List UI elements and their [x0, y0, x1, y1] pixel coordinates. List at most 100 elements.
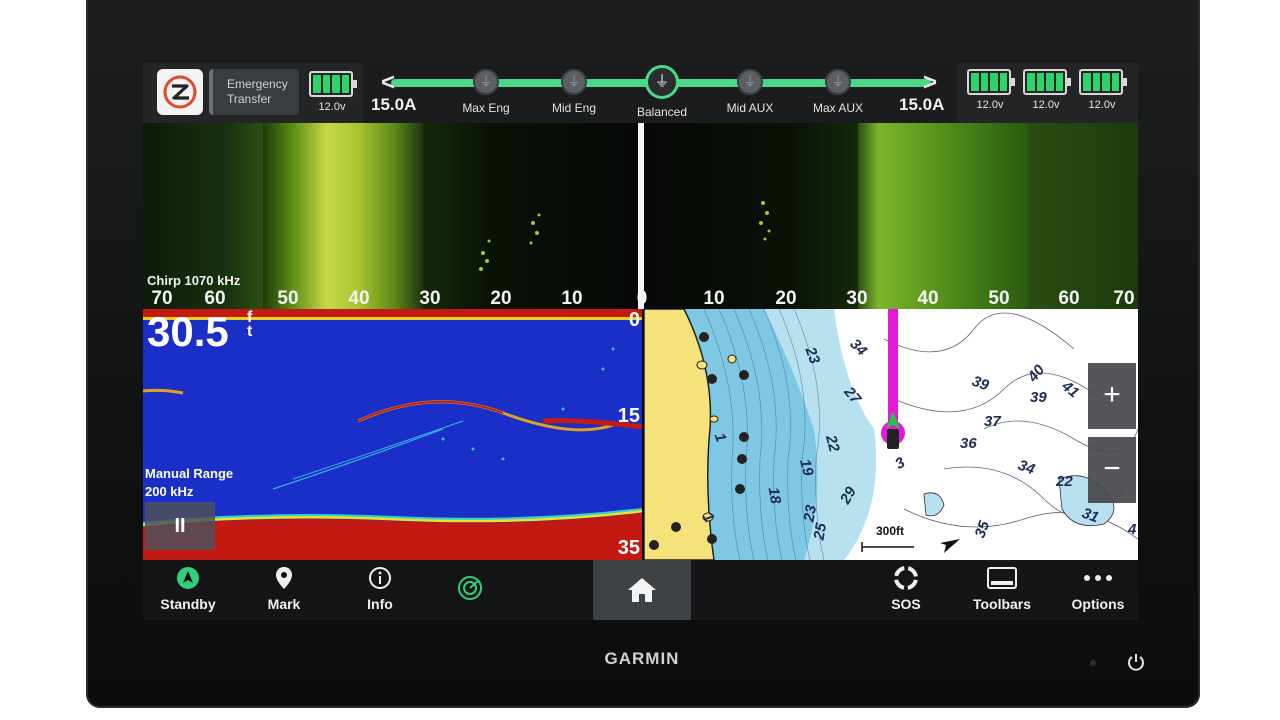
sidevu-scale-tick: 20: [775, 288, 797, 309]
standby-button[interactable]: Standby: [143, 566, 233, 612]
home-button[interactable]: [593, 560, 691, 620]
app-logo-icon[interactable]: [157, 69, 203, 115]
power-management-bar: Emergency Transfer 12.0v < > 15.0A 15.0A…: [143, 63, 1138, 123]
mode-label: Mid Eng: [551, 101, 597, 115]
sidevu-scale-tick: 70: [1113, 288, 1135, 309]
standby-label: Standby: [160, 596, 216, 612]
battery-icon: [967, 69, 1015, 95]
current-right: 15.0A: [899, 95, 945, 114]
power-balance-slider[interactable]: < > 15.0A 15.0A ⏚ Max Eng ⏚ Mid Eng ⏚ Ba…: [363, 63, 957, 123]
depth-unit: f t: [247, 309, 253, 340]
radar-icon: [425, 576, 515, 600]
plug-icon: ⏚: [737, 69, 763, 95]
sidevu-sonar-pane[interactable]: Chirp 1070 kHz 70 60 50 40 30 20 10 0 10…: [143, 123, 1138, 309]
pause-button[interactable]: II: [145, 502, 215, 550]
battery-voltage: 12.0v: [1032, 99, 1060, 111]
mode-label: Balanced: [636, 105, 688, 119]
sidevu-frequency: Chirp 1070 kHz: [147, 273, 241, 288]
depth-label: 41: [1058, 377, 1083, 402]
mode-balanced[interactable]: ⏚ Balanced: [627, 65, 697, 119]
depth-label: 39: [1030, 389, 1047, 406]
brand-logo: GARMIN: [604, 649, 680, 668]
power-button[interactable]: [1126, 652, 1146, 677]
sonar-frequency: 200 kHz: [145, 484, 194, 499]
depth-label: 36: [960, 435, 977, 452]
depth-label: 39: [969, 372, 992, 395]
zoom-out-button[interactable]: −: [1088, 437, 1136, 503]
sidevu-scale-tick: 50: [277, 288, 299, 309]
sidevu-scale-tick: 10: [561, 288, 583, 309]
range-mode: Manual Range: [145, 466, 234, 481]
battery-icon: [1023, 69, 1071, 95]
current-left: 15.0A: [371, 95, 417, 114]
info-icon: [335, 566, 425, 590]
mode-max-eng[interactable]: ⏚ Max Eng: [451, 69, 521, 115]
sidevu-scale-tick: 10: [703, 288, 725, 309]
info-label: Info: [367, 596, 393, 612]
more-dots-icon: [1053, 566, 1138, 590]
range-bottom: 35: [617, 537, 640, 559]
navigation-chart-pane[interactable]: 300ft 23 34 27 22 19 18 29 23 25 1 1 3 3…: [644, 309, 1138, 560]
arrow-left-icon[interactable]: <: [381, 69, 395, 97]
status-led: [1090, 660, 1096, 666]
toolbars-button[interactable]: Toolbars: [957, 566, 1047, 612]
emergency-transfer-button[interactable]: Emergency Transfer: [209, 69, 299, 115]
mode-mid-aux[interactable]: ⏚ Mid AUX: [715, 69, 785, 115]
depth-label: 35: [971, 518, 994, 541]
toolbar-icon: [957, 566, 1047, 590]
sidevu-scale-tick: 50: [988, 288, 1010, 309]
depth-label: 23: [800, 503, 821, 524]
aux-batteries: 12.0v 12.0v 12.0v: [967, 69, 1127, 117]
zoom-in-button[interactable]: +: [1088, 363, 1136, 429]
sidevu-scale-tick: 30: [419, 288, 441, 309]
mode-label: Mid AUX: [726, 101, 774, 115]
sonar-mode-info: Manual Range 200 kHz: [145, 465, 233, 501]
info-button[interactable]: Info: [335, 566, 425, 612]
bottom-toolbar: Standby Mark Info SOS Toolbars Options: [143, 560, 1138, 620]
sidevu-scale-tick: 30: [846, 288, 868, 309]
arrow-right-icon[interactable]: >: [923, 69, 937, 97]
depth-label: 29: [836, 484, 860, 507]
battery-icon: [309, 71, 357, 97]
options-label: Options: [1071, 596, 1125, 612]
sidevu-bottom-right: [858, 123, 1028, 309]
mark-button[interactable]: Mark: [239, 566, 329, 612]
depth-label: 1: [698, 509, 718, 526]
mark-label: Mark: [267, 596, 301, 612]
battery-voltage: 12.0v: [976, 99, 1004, 111]
depth-label: 31: [1079, 504, 1102, 527]
sidevu-scale-tick: 40: [348, 288, 370, 309]
depth-label: 4: [1128, 521, 1137, 538]
depth-label: 1: [710, 430, 730, 445]
depth-readout: 30.5: [147, 309, 229, 355]
autopilot-icon: [143, 566, 233, 590]
plug-icon: ⏚: [825, 69, 851, 95]
traditional-sonar-pane[interactable]: 30.5 f t 0 15 35 Manual Range 200 kHz II: [143, 309, 642, 560]
sidevu-bottom-left: [263, 123, 423, 309]
range-top: 0: [628, 309, 640, 331]
toolbars-label: Toolbars: [972, 596, 1032, 612]
plug-icon: ⏚: [473, 69, 499, 95]
depth-label: 34: [846, 335, 871, 360]
aux-battery-2: 12.0v: [1023, 69, 1071, 117]
sos-label: SOS: [891, 596, 921, 612]
mode-mid-eng[interactable]: ⏚ Mid Eng: [539, 69, 609, 115]
fish-arches-right: [759, 201, 771, 241]
sidevu-scale-tick: 70: [151, 288, 173, 309]
aux-battery-1: 12.0v: [967, 69, 1015, 117]
sidevu-right-shade: [1028, 123, 1138, 309]
sos-button[interactable]: SOS: [861, 566, 951, 612]
map-pin-icon: [239, 566, 329, 590]
options-button[interactable]: Options: [1053, 566, 1138, 612]
sidevu-scale-tick: 0: [636, 288, 648, 309]
left-battery: 12.0v: [309, 71, 357, 113]
sidevu-scale-tick: 20: [490, 288, 512, 309]
power-icon: [1128, 654, 1144, 671]
aux-battery-3: 12.0v: [1079, 69, 1127, 117]
radar-button[interactable]: [425, 576, 515, 606]
mode-max-aux[interactable]: ⏚ Max AUX: [803, 69, 873, 115]
battery-voltage: 12.0v: [1088, 99, 1116, 111]
sidevu-scale-tick: 40: [917, 288, 939, 309]
chartplotter-screen: Emergency Transfer 12.0v < > 15.0A 15.0A…: [143, 63, 1138, 620]
emergency-transfer-label: Emergency Transfer: [227, 77, 288, 106]
